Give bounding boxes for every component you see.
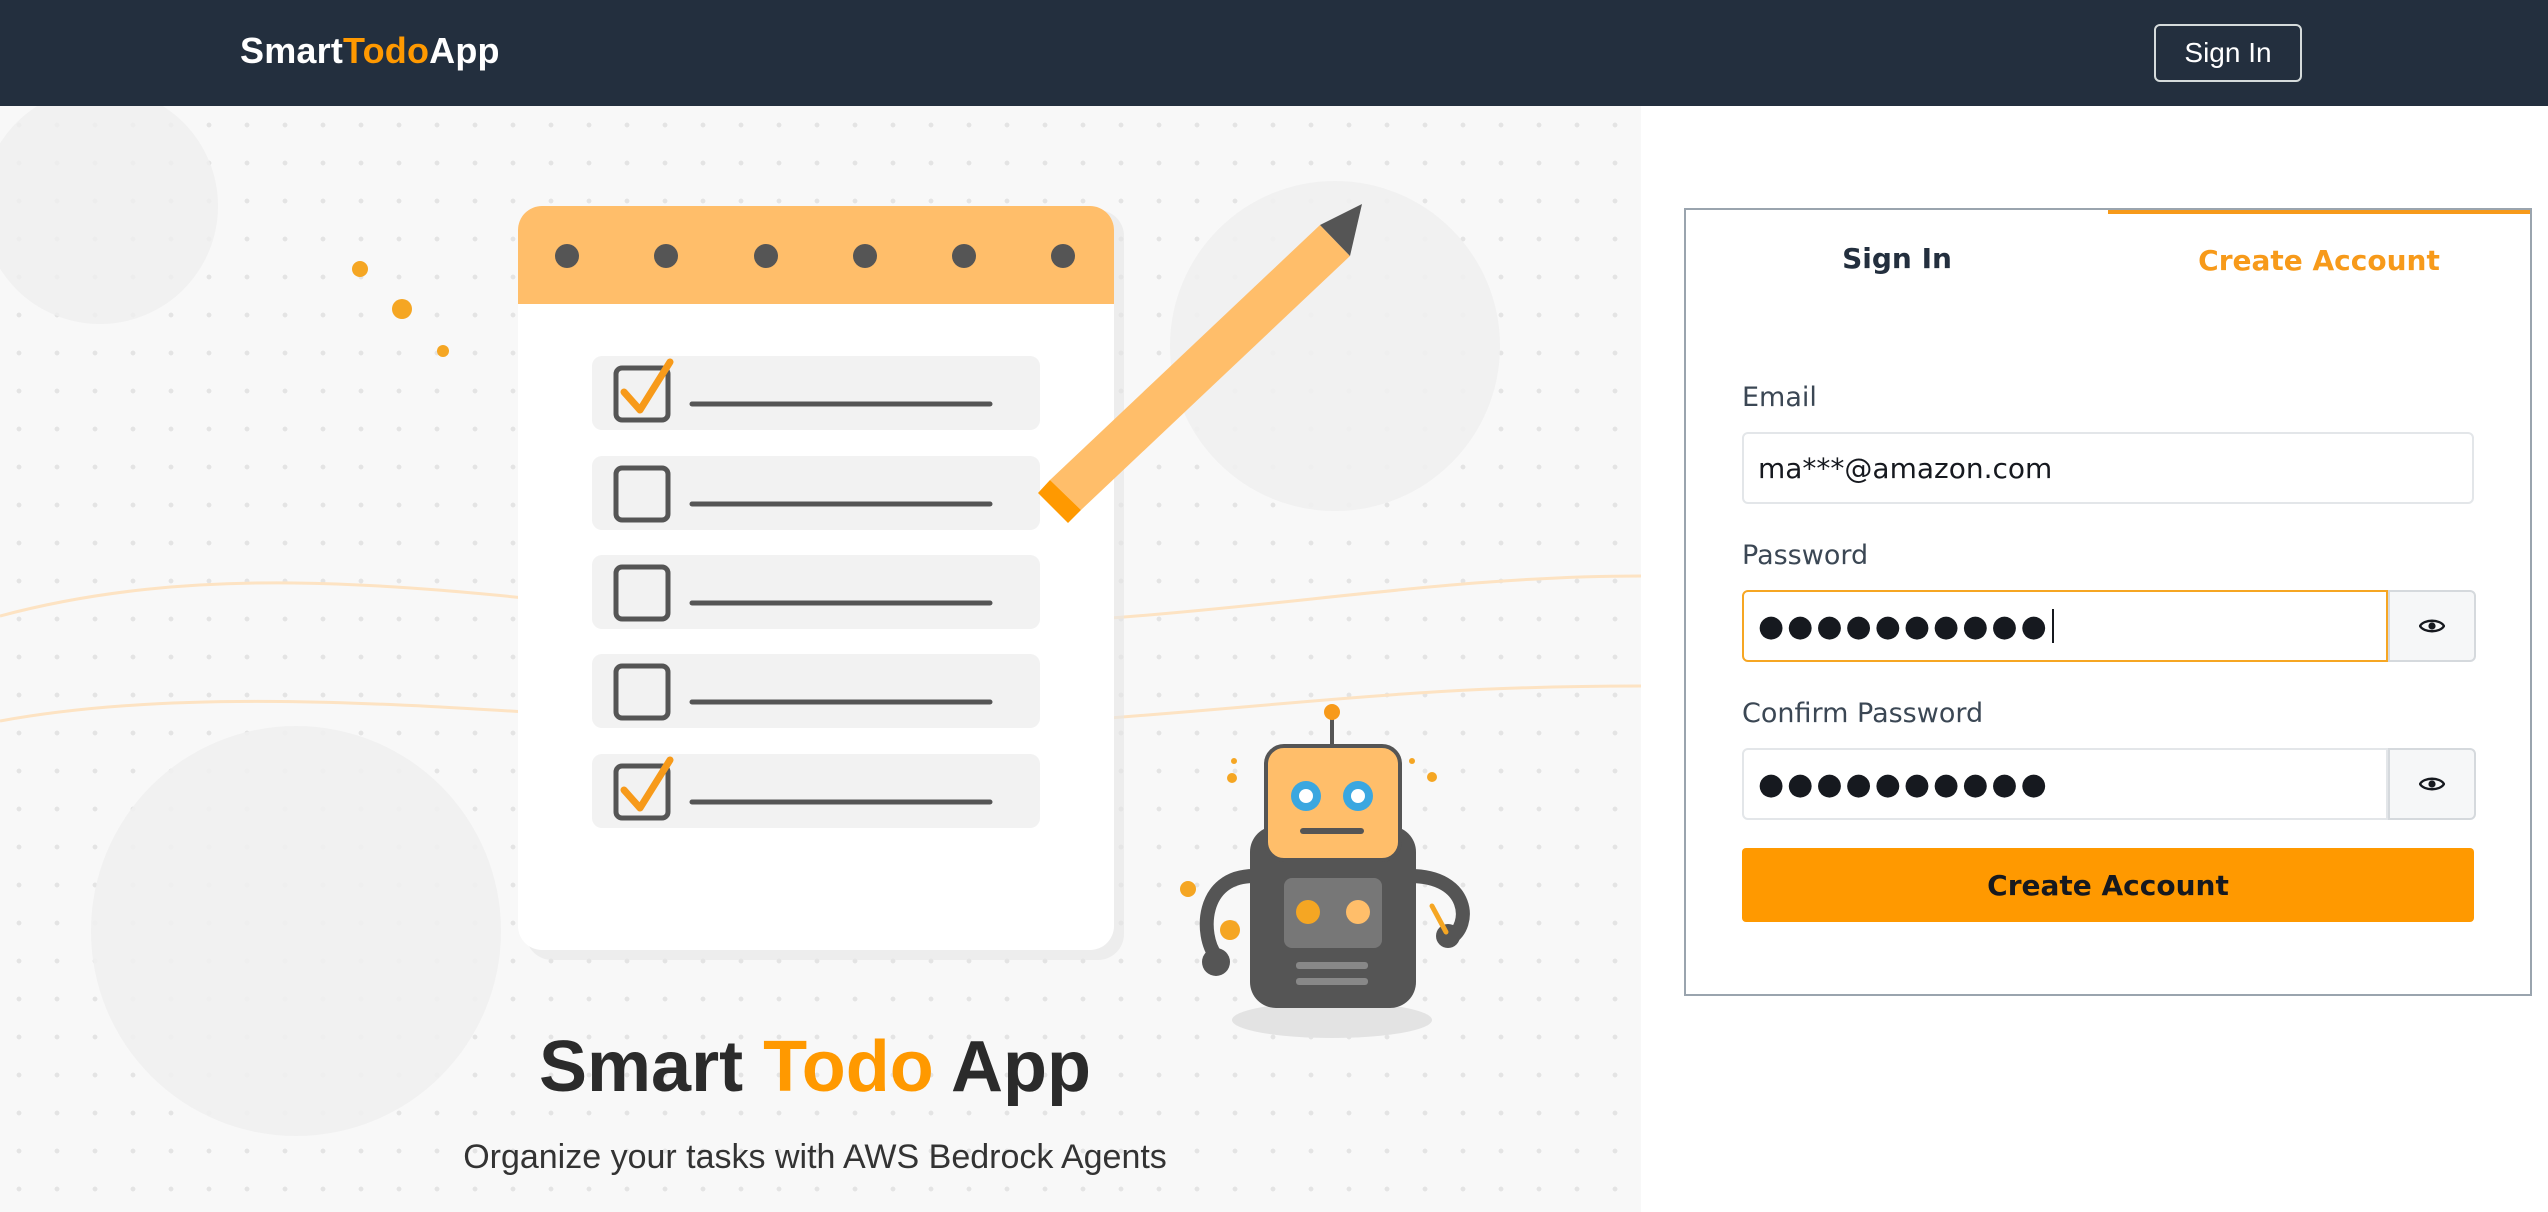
auth-card: Sign In Create Account Email ma***@amazo… — [1684, 208, 2532, 996]
show-confirm-password-button[interactable] — [2388, 748, 2476, 820]
brand-part-app: App — [429, 30, 500, 71]
robot-illustration — [1180, 704, 1470, 1038]
show-password-button[interactable] — [2388, 590, 2476, 662]
password-field[interactable]: ●●●●●●●●●● — [1742, 590, 2388, 662]
brand-part-todo: Todo — [343, 30, 430, 71]
confirm-password-label: Confirm Password — [1742, 698, 1984, 729]
brand-part-smart: Smart — [240, 30, 344, 71]
header-sign-in-button[interactable]: Sign In — [2154, 24, 2302, 82]
top-navbar: SmartTodoApp Sign In — [0, 0, 2548, 106]
confirm-password-value: ●●●●●●●●●● — [1758, 766, 2050, 802]
email-field[interactable]: ma***@amazon.com — [1742, 432, 2474, 504]
notepad-illustration — [518, 206, 1114, 950]
hero-title: Smart Todo App — [0, 1026, 1630, 1108]
text-caret — [2051, 609, 2054, 643]
create-account-button[interactable]: Create Account — [1742, 848, 2474, 922]
hero-title-app: App — [933, 1027, 1091, 1107]
eye-icon — [2419, 777, 2445, 791]
auth-tabs: Sign In Create Account — [1686, 210, 2530, 306]
eye-icon — [2419, 619, 2445, 633]
email-value: ma***@amazon.com — [1758, 451, 2053, 485]
tab-create-account[interactable]: Create Account — [2108, 210, 2530, 306]
password-label: Password — [1742, 540, 1869, 571]
hero-title-smart: Smart — [539, 1027, 764, 1107]
password-value: ●●●●●●●●●● — [1758, 608, 2050, 644]
confirm-password-field[interactable]: ●●●●●●●●●● — [1742, 748, 2388, 820]
hero-panel: Smart Todo App Organize your tasks with … — [0, 106, 1641, 1212]
hero-subtitle: Organize your tasks with AWS Bedrock Age… — [463, 1138, 1167, 1176]
hero-title-todo: Todo — [763, 1027, 934, 1107]
email-label: Email — [1742, 382, 1817, 413]
brand-logo[interactable]: SmartTodoApp — [240, 30, 500, 72]
tab-sign-in[interactable]: Sign In — [1686, 210, 2108, 306]
